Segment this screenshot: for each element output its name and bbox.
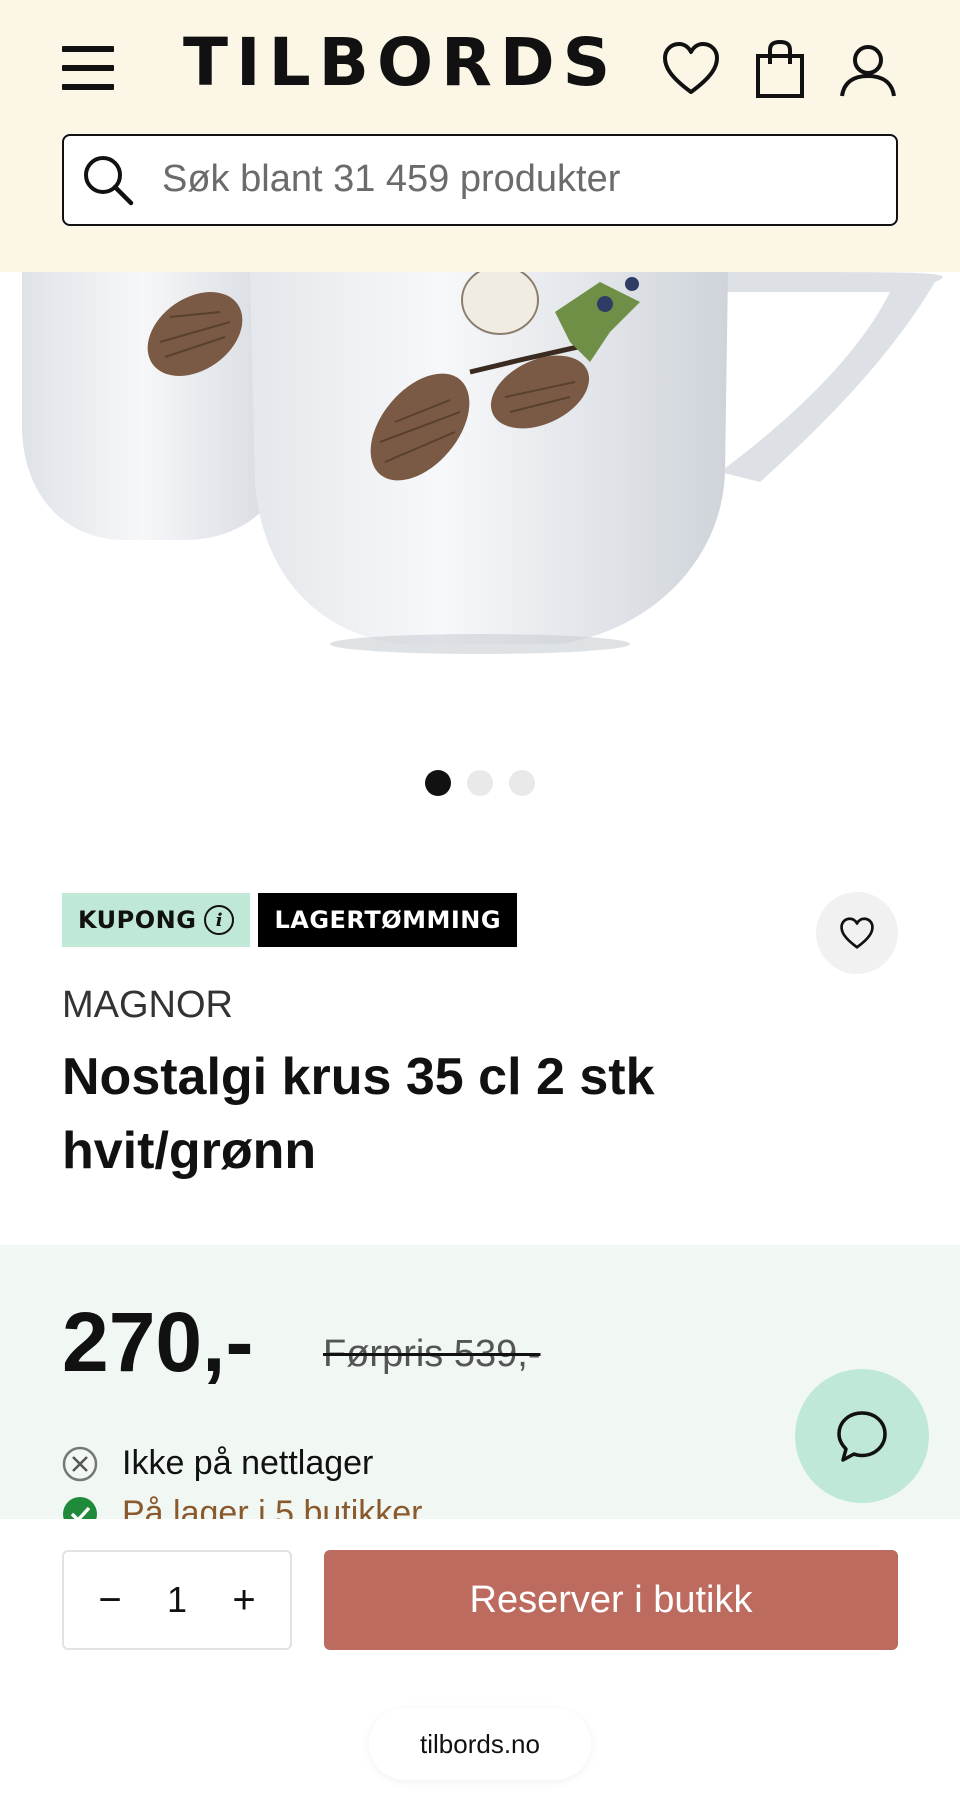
quantity-value[interactable]: 1 <box>167 1579 187 1621</box>
product-image[interactable] <box>0 272 960 742</box>
browser-url-text: tilbords.no <box>420 1728 540 1759</box>
coupon-badge-label: KUPONG <box>78 906 197 934</box>
online-stock-status: Ikke på nettlager <box>62 1444 373 1483</box>
close-circle-icon <box>62 1446 98 1481</box>
add-to-wishlist-button[interactable] <box>816 892 898 974</box>
carousel-dot-3[interactable] <box>509 770 535 796</box>
chat-bubble-icon <box>837 1411 887 1462</box>
menu-icon[interactable] <box>62 46 114 90</box>
heart-icon <box>840 917 874 949</box>
search-bar[interactable] <box>62 134 898 226</box>
product-title: Nostalgi krus 35 cl 2 stk hvit/grønn <box>62 1048 655 1180</box>
search-icon <box>84 156 134 206</box>
chat-button[interactable] <box>795 1369 929 1503</box>
online-stock-text: Ikke på nettlager <box>122 1444 374 1482</box>
bag-icon[interactable] <box>748 38 812 102</box>
reserve-in-store-button[interactable]: Reserver i butikk <box>324 1550 898 1650</box>
site-logo[interactable]: TILBORDS <box>183 30 618 96</box>
coupon-badge[interactable]: KUPONG i <box>62 893 251 947</box>
user-icon[interactable] <box>836 38 900 102</box>
mug-illustration <box>22 272 943 654</box>
carousel-dot-2[interactable] <box>467 770 493 796</box>
product-brand[interactable]: MAGNOR <box>62 984 233 1027</box>
quantity-increase-button[interactable]: + <box>224 1578 264 1623</box>
heart-icon[interactable] <box>659 38 723 102</box>
browser-url-bar[interactable]: tilbords.no <box>369 1708 591 1780</box>
search-input[interactable] <box>162 136 882 223</box>
carousel-dots <box>0 770 960 798</box>
product-badges: KUPONG i LAGERTØMMING <box>62 893 518 947</box>
quantity-decrease-button[interactable]: − <box>90 1578 130 1623</box>
current-price: 270,- <box>62 1295 254 1389</box>
quantity-stepper: − 1 + <box>62 1550 292 1650</box>
site-header: TILBORDS <box>0 0 960 272</box>
clearance-badge-label: LAGERTØMMING <box>274 906 502 934</box>
previous-price: Førpris 539,- <box>323 1333 541 1375</box>
carousel-dot-1[interactable] <box>425 770 451 796</box>
info-icon[interactable]: i <box>204 905 235 935</box>
clearance-badge: LAGERTØMMING <box>258 893 518 947</box>
